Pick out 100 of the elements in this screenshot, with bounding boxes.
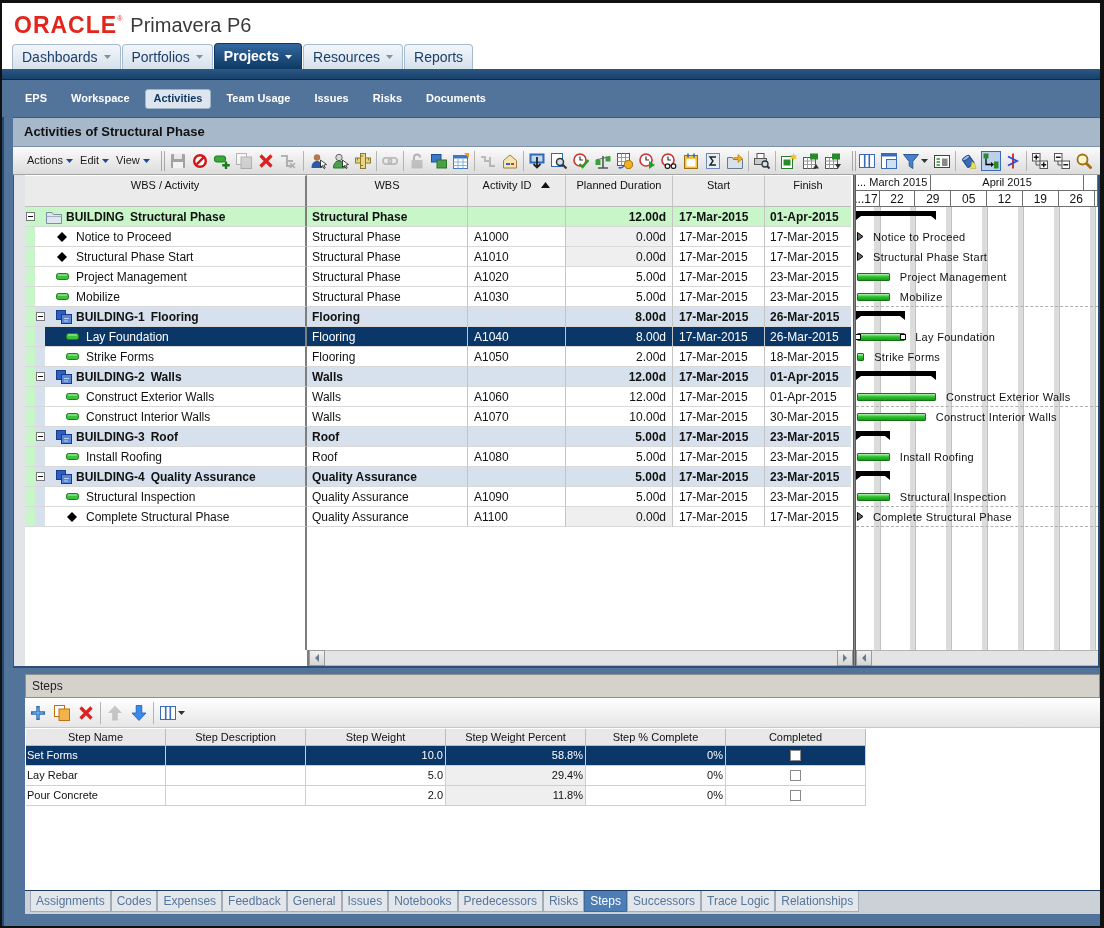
plus-boxes-icon[interactable]: [1031, 152, 1048, 169]
minus-box-icon[interactable]: [35, 472, 45, 481]
minus-box-icon[interactable]: [35, 432, 45, 441]
detail-tab[interactable]: Issues: [341, 891, 389, 912]
detail-tab[interactable]: Relationships: [775, 891, 860, 912]
clock-check-icon[interactable]: [572, 152, 589, 169]
selection-handle[interactable]: [900, 334, 907, 340]
scroll-left-button[interactable]: [309, 650, 325, 666]
column-header[interactable]: Completed: [726, 729, 866, 746]
sub-tab[interactable]: EPS: [16, 88, 56, 109]
ruler-cross-icon[interactable]: [354, 152, 371, 169]
cross-icon[interactable]: [78, 704, 94, 721]
menu-button[interactable]: View: [116, 152, 150, 169]
printer-magnifier-icon[interactable]: [753, 152, 770, 169]
detail-tab[interactable]: Expenses: [157, 891, 223, 912]
magnifier-icon[interactable]: [1075, 152, 1092, 169]
list-panel-icon[interactable]: [933, 152, 950, 169]
activity-name: Mobilize: [76, 290, 120, 303]
columns-icon[interactable]: [160, 704, 176, 721]
sub-tab[interactable]: Issues: [305, 88, 358, 109]
column-header[interactable]: Step % Complete: [586, 729, 726, 746]
detail-tab[interactable]: Steps: [584, 891, 627, 912]
sub-tab[interactable]: Activities: [144, 88, 212, 109]
clock-play-icon[interactable]: [638, 152, 655, 169]
selection-handle[interactable]: [856, 334, 861, 340]
task-bar-icon: [65, 493, 79, 500]
column-header[interactable]: Planned Duration: [566, 175, 673, 207]
clipboard-icon[interactable]: [682, 152, 699, 169]
minus-box-icon[interactable]: [35, 312, 45, 321]
monitor-arrow-icon[interactable]: [528, 152, 545, 169]
sub-tab[interactable]: Team Usage: [217, 88, 300, 109]
person-outline-cursor-icon[interactable]: [332, 152, 349, 169]
column-header[interactable]: WBS: [307, 175, 468, 207]
window-icon[interactable]: [880, 152, 897, 169]
grid-coin-icon[interactable]: [616, 152, 633, 169]
checkbox[interactable]: [790, 770, 801, 781]
down-arrow-icon[interactable]: [131, 704, 147, 721]
cross-icon[interactable]: [257, 152, 274, 169]
column-header[interactable]: Step Name: [26, 729, 166, 746]
checkbox[interactable]: [790, 790, 801, 801]
plus-icon[interactable]: [30, 704, 46, 721]
minus-box-icon[interactable]: [35, 372, 45, 381]
nav-tab[interactable]: Portfolios: [121, 44, 213, 69]
detail-tab[interactable]: Feedback: [222, 891, 287, 912]
nav-tab[interactable]: Resources: [303, 44, 404, 69]
nav-tab[interactable]: Projects: [213, 43, 303, 69]
nav-tab[interactable]: Reports: [404, 44, 474, 69]
sub-tab[interactable]: Workspace: [62, 88, 139, 109]
document-magnifier-icon[interactable]: [550, 152, 567, 169]
bar-plus-icon[interactable]: [213, 152, 230, 169]
task-bar-icon: [65, 333, 79, 340]
detail-tab[interactable]: Notebooks: [388, 891, 458, 912]
copy-icon[interactable]: [54, 704, 70, 721]
minus-boxes-icon[interactable]: [1053, 152, 1070, 169]
columns-icon[interactable]: [858, 152, 875, 169]
detail-tab[interactable]: Codes: [110, 891, 158, 912]
table-cell: 0.00d: [566, 227, 673, 247]
column-header[interactable]: Step Weight Percent: [446, 729, 586, 746]
clock-glasses-icon[interactable]: [660, 152, 677, 169]
menu-button[interactable]: Edit: [80, 152, 110, 169]
scroll-left-button[interactable]: [856, 650, 872, 666]
detail-tab[interactable]: Trace Logic: [701, 891, 776, 912]
caret-icon: [102, 158, 110, 163]
house-icon[interactable]: [501, 152, 518, 169]
spreadsheet-down-arrow-icon[interactable]: [824, 152, 841, 169]
column-header[interactable]: Step Description: [166, 729, 306, 746]
spreadsheet-up-arrow-icon[interactable]: [802, 152, 819, 169]
detail-tab[interactable]: Predecessors: [457, 891, 543, 912]
detail-tab[interactable]: Successors: [626, 891, 701, 912]
sigma-icon[interactable]: [704, 152, 721, 169]
sub-tab[interactable]: Documents: [417, 88, 495, 109]
activity-name: Notice to Proceed: [76, 230, 172, 243]
panel-title: Activities of Structural Phase: [13, 117, 1100, 147]
month-header: April 2015: [930, 175, 1085, 191]
column-header[interactable]: Start: [673, 175, 765, 207]
detail-tab[interactable]: General: [286, 891, 342, 912]
column-header[interactable]: Step Weight: [306, 729, 446, 746]
nav-tab[interactable]: Dashboards: [12, 44, 121, 69]
calendar-icon[interactable]: [452, 152, 469, 169]
minus-box-icon[interactable]: [25, 212, 35, 221]
right-arrow-icon: [843, 654, 847, 662]
filter-icon[interactable]: [902, 152, 919, 169]
folders-icon[interactable]: [430, 152, 447, 169]
task-bar: [857, 453, 890, 461]
spreadsheet-star-icon[interactable]: [780, 152, 797, 169]
scroll-right-button[interactable]: [837, 650, 853, 666]
activity-name: Construct Exterior Walls: [86, 390, 215, 403]
no-entry-icon[interactable]: [191, 152, 208, 169]
sub-tab[interactable]: Risks: [363, 88, 412, 109]
column-header[interactable]: WBS / Activity: [25, 175, 307, 207]
person-cursor-icon[interactable]: [310, 152, 327, 169]
detail-tab[interactable]: Assignments: [30, 891, 111, 912]
column-header[interactable]: Finish: [765, 175, 851, 207]
detail-tab[interactable]: Risks: [542, 891, 585, 912]
menu-button[interactable]: Actions: [27, 152, 74, 169]
table-cell: 10.00d: [566, 407, 673, 427]
folder-arrow-icon[interactable]: [726, 152, 743, 169]
checkbox[interactable]: [790, 750, 801, 761]
table-cell: Structural Phase: [307, 267, 468, 287]
column-header[interactable]: Activity ID: [468, 175, 566, 207]
